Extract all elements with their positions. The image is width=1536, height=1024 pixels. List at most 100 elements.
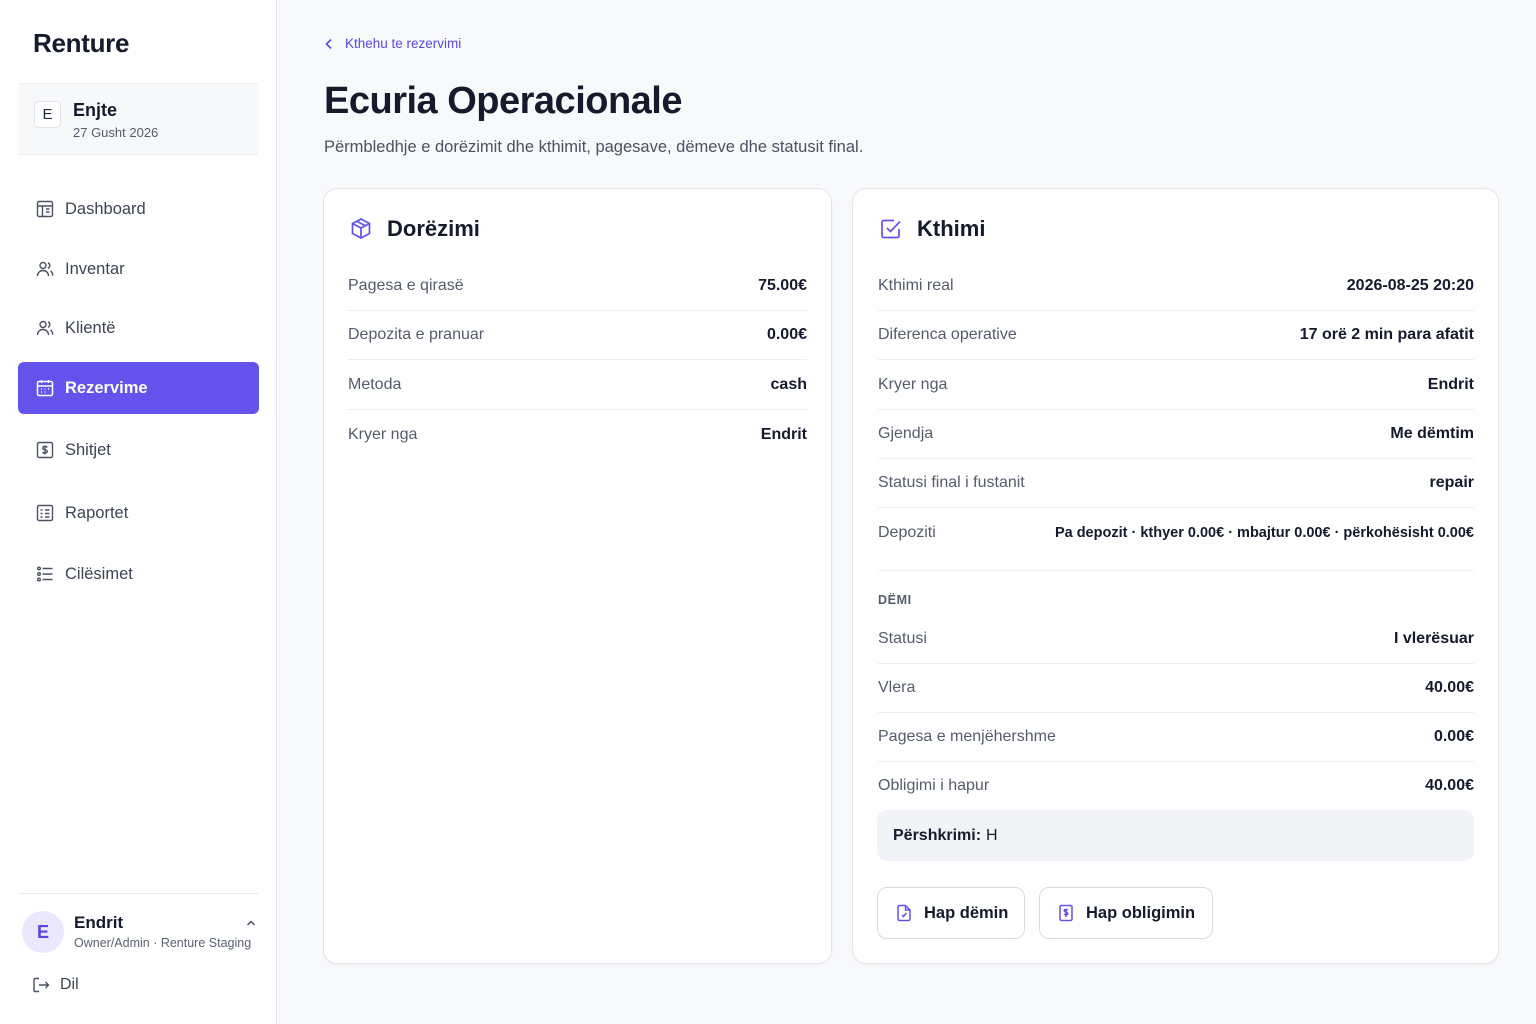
- users-icon: [35, 318, 55, 338]
- open-damage-button[interactable]: Hap dëmin: [877, 887, 1025, 939]
- return-row: Kryer nga Endrit: [878, 361, 1474, 410]
- date-day: Enjte: [73, 100, 118, 120]
- delivery-row: Kryer nga Endrit: [348, 410, 807, 459]
- users-icon: [35, 259, 55, 279]
- delivery-row: Metoda cash: [348, 361, 807, 410]
- logout-icon: [33, 977, 50, 993]
- dashboard-icon: [35, 199, 55, 219]
- row-label: Gjendja: [878, 425, 934, 442]
- sidebar-item-label: Cilësimet: [65, 564, 133, 583]
- row-label: Pagesa e qirasë: [348, 277, 464, 294]
- settings-list-icon: [35, 564, 55, 584]
- description-value: H: [986, 826, 998, 844]
- logout-button[interactable]: Dil: [31, 975, 79, 995]
- row-value: cash: [770, 376, 807, 393]
- obligation-document-icon: [1059, 904, 1073, 922]
- row-value: 17 orë 2 min para afatit: [1299, 326, 1474, 343]
- row-value: Endrit: [760, 425, 807, 443]
- row-value: 40.00€: [1425, 776, 1474, 794]
- open-obligation-label: Hap obligimin: [1086, 903, 1196, 922]
- row-label: Depoziti: [878, 523, 936, 541]
- back-link-label: Kthehu te rezervimi: [345, 36, 462, 51]
- row-value: Me dëmtim: [1390, 425, 1474, 442]
- return-row: Depoziti Pa depozit · kthyer 0.00€ · mba…: [878, 508, 1474, 557]
- row-label: Vlera: [878, 679, 916, 696]
- section-divider: [878, 570, 1474, 571]
- calendar-icon: [35, 378, 55, 398]
- sidebar-item-kliente[interactable]: Klientë: [18, 302, 259, 354]
- row-value: 0.00€: [766, 326, 807, 343]
- date-full: 27 Gusht 2026: [73, 125, 159, 140]
- row-value: repair: [1429, 474, 1474, 491]
- sidebar-item-label: Inventar: [65, 259, 125, 278]
- user-role: Owner/Admin · Renture Staging: [74, 936, 252, 950]
- sidebar-item-cilesimet[interactable]: Cilësimet: [18, 548, 259, 600]
- return-row: Statusi final i fustanit repair: [878, 459, 1474, 508]
- return-row: Gjendja Me dëmtim: [878, 410, 1474, 459]
- damage-row: Obligimi i hapur 40.00€: [878, 761, 1474, 810]
- row-value: 40.00€: [1425, 679, 1474, 696]
- sidebar-item-label: Dashboard: [65, 199, 146, 218]
- return-title: Kthimi: [917, 216, 986, 241]
- row-label: Kthimi real: [878, 277, 954, 294]
- damage-document-icon: [897, 904, 911, 922]
- delivery-row: Depozita e pranuar 0.00€: [348, 311, 807, 360]
- date-card: E Enjte 27 Gusht 2026: [19, 83, 258, 155]
- sidebar-item-rezervime[interactable]: Rezervime: [18, 362, 259, 414]
- row-label: Pagesa e menjëhershme: [878, 728, 1056, 745]
- row-label: Kryer nga: [878, 376, 948, 393]
- damage-description: Përshkrimi: H: [877, 810, 1474, 861]
- row-label: Metoda: [348, 376, 402, 393]
- page-subtitle: Përmbledhje e dorëzimit dhe kthimit, pag…: [324, 138, 864, 156]
- open-damage-label: Hap dëmin: [924, 903, 1009, 922]
- sidebar-item-label: Rezervime: [65, 378, 148, 397]
- report-icon: [35, 503, 55, 523]
- row-label: Kryer nga: [348, 425, 418, 443]
- row-label: Depozita e pranuar: [348, 326, 485, 343]
- avatar[interactable]: E: [22, 911, 64, 953]
- delivery-card-header: Dorëzimi: [348, 216, 480, 242]
- row-value: 2026-08-25 20:20: [1346, 277, 1474, 294]
- row-label: Statusi: [878, 630, 927, 647]
- return-card-header: Kthimi: [878, 216, 985, 242]
- damage-row: Pagesa e menjëhershme 0.00€: [878, 713, 1474, 762]
- date-badge: E: [34, 101, 61, 128]
- description-label: Përshkrimi:: [893, 826, 982, 844]
- row-value: Pa depozit · kthyer 0.00€ · mbajtur 0.00…: [1054, 524, 1474, 541]
- damage-row: Statusi I vlerësuar: [878, 615, 1474, 664]
- row-value: 0.00€: [1433, 728, 1474, 745]
- chevron-up-icon[interactable]: [244, 916, 258, 930]
- row-value: 75.00€: [758, 277, 807, 294]
- row-label: Statusi final i fustanit: [878, 474, 1025, 491]
- sales-icon: [35, 440, 55, 460]
- delivery-row: Pagesa e qirasë 75.00€: [348, 262, 807, 311]
- sidebar-item-label: Klientë: [65, 318, 116, 337]
- delivery-title: Dorëzimi: [387, 216, 480, 241]
- checkbox-icon: [881, 219, 901, 239]
- sidebar-divider: [19, 893, 258, 894]
- return-row: Diferenca operative 17 orë 2 min para af…: [878, 311, 1474, 360]
- sidebar: Renture E Enjte 27 Gusht 2026 Dashboard …: [0, 0, 277, 1024]
- return-row: Kthimi real 2026-08-25 20:20: [878, 262, 1474, 311]
- sidebar-item-label: Shitjet: [65, 440, 111, 459]
- row-value: I vlerësuar: [1393, 630, 1474, 647]
- open-obligation-button[interactable]: Hap obligimin: [1039, 887, 1213, 939]
- row-label: Diferenca operative: [878, 326, 1017, 343]
- row-value: Endrit: [1427, 376, 1474, 393]
- damage-row: Vlera 40.00€: [878, 664, 1474, 713]
- package-icon: [351, 218, 371, 239]
- brand-logo: Renture: [33, 28, 130, 58]
- sidebar-item-dashboard[interactable]: Dashboard: [18, 183, 259, 235]
- page-title: Ecuria Operacionale: [324, 80, 683, 122]
- sidebar-item-label: Raportet: [65, 503, 129, 522]
- sidebar-item-shitjet[interactable]: Shitjet: [18, 424, 259, 476]
- sidebar-item-raportet[interactable]: Raportet: [18, 487, 259, 539]
- row-label: Obligimi i hapur: [878, 776, 990, 794]
- delivery-card: Dorëzimi Pagesa e qirasë 75.00€ Depozita…: [323, 188, 832, 964]
- chevron-left-icon: [325, 38, 332, 49]
- damage-section-label: DËMI: [878, 593, 912, 607]
- back-link[interactable]: Kthehu te rezervimi: [322, 36, 461, 51]
- sidebar-item-inventar[interactable]: Inventar: [18, 243, 259, 295]
- user-name: Endrit: [74, 913, 124, 932]
- logout-label: Dil: [60, 976, 79, 993]
